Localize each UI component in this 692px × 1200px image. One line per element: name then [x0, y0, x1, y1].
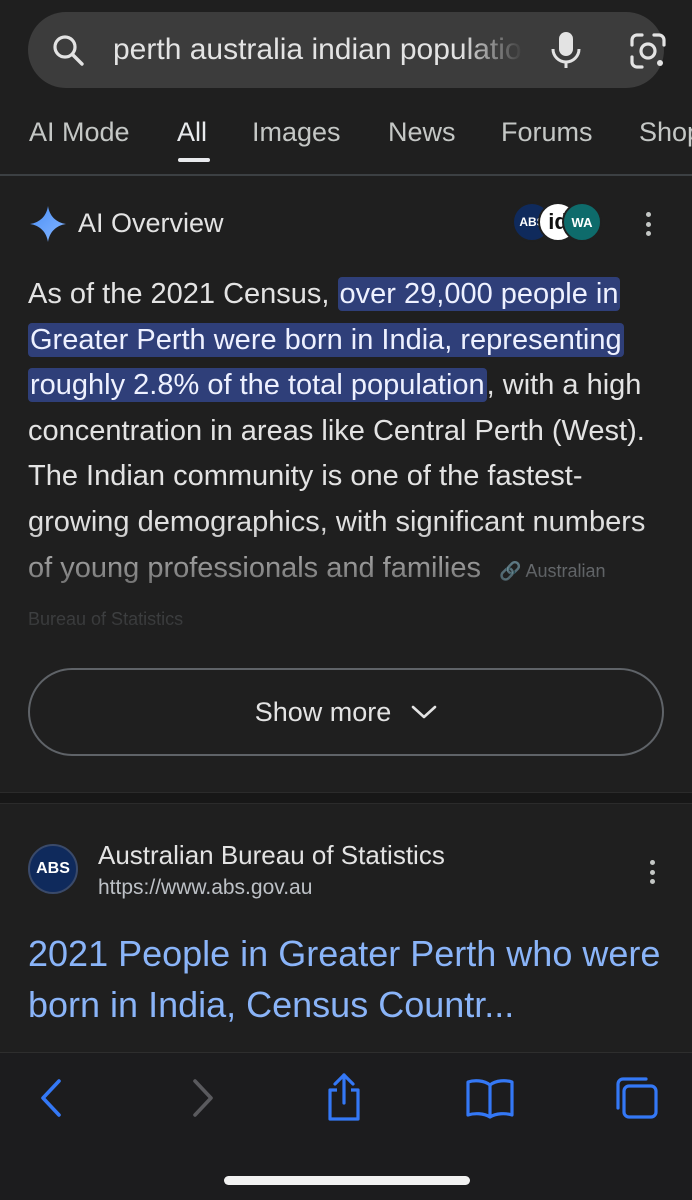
microphone-icon[interactable] [548, 30, 584, 70]
tabs-icon [616, 1077, 658, 1119]
share-button[interactable] [322, 1067, 366, 1127]
share-icon [328, 1073, 360, 1121]
show-more-button[interactable]: Show more [28, 668, 664, 756]
chevron-down-icon [411, 705, 437, 719]
result-site-name[interactable]: Australian Bureau of Statistics [98, 840, 445, 871]
tab-forums[interactable]: Forums [501, 108, 593, 156]
source-avatar-wa: WA [562, 202, 602, 242]
tab-ai-mode[interactable]: AI Mode [29, 108, 130, 156]
back-chevron-icon [41, 1079, 61, 1117]
forward-chevron-icon [193, 1079, 213, 1117]
google-lens-icon[interactable] [628, 32, 668, 70]
divider [0, 174, 692, 176]
back-button[interactable] [34, 1073, 68, 1123]
search-bar[interactable]: perth australia indian population [28, 12, 666, 88]
bookmarks-button[interactable] [462, 1073, 518, 1123]
ai-overview-text: As of the 2021 Census, over 29,000 peopl… [28, 272, 668, 672]
home-indicator[interactable] [224, 1176, 470, 1185]
search-tabs: AI Mode All Images News Forums Shopping [0, 108, 692, 174]
tabs-button[interactable] [610, 1073, 662, 1123]
tab-images[interactable]: Images [252, 108, 341, 156]
forward-button[interactable] [186, 1073, 220, 1123]
result-more-options-icon[interactable] [640, 856, 664, 888]
tab-shopping[interactable]: Shopping [639, 108, 692, 156]
active-tab-indicator [178, 158, 210, 162]
source-avatars[interactable]: ABS id WA [512, 202, 612, 246]
result-url[interactable]: https://www.abs.gov.au [98, 876, 312, 900]
show-more-label: Show more [254, 696, 392, 727]
more-options-icon[interactable] [636, 208, 660, 240]
bookmarks-book-icon [466, 1079, 514, 1119]
overview-text-before: As of the 2021 Census, [28, 278, 338, 310]
ai-overview-title: AI Overview [78, 208, 224, 238]
tab-news[interactable]: News [388, 108, 456, 156]
result-title-link[interactable]: 2021 People in Greater Perth who were bo… [28, 928, 664, 1030]
tab-all[interactable]: All [177, 108, 207, 156]
gemini-sparkle-icon [30, 206, 66, 242]
section-divider [0, 792, 692, 804]
search-icon [53, 35, 84, 66]
search-query[interactable]: perth australia indian population [113, 12, 523, 88]
site-favicon: ABS [28, 844, 78, 894]
ai-overview-header: AI Overview ABS id WA [28, 198, 668, 250]
